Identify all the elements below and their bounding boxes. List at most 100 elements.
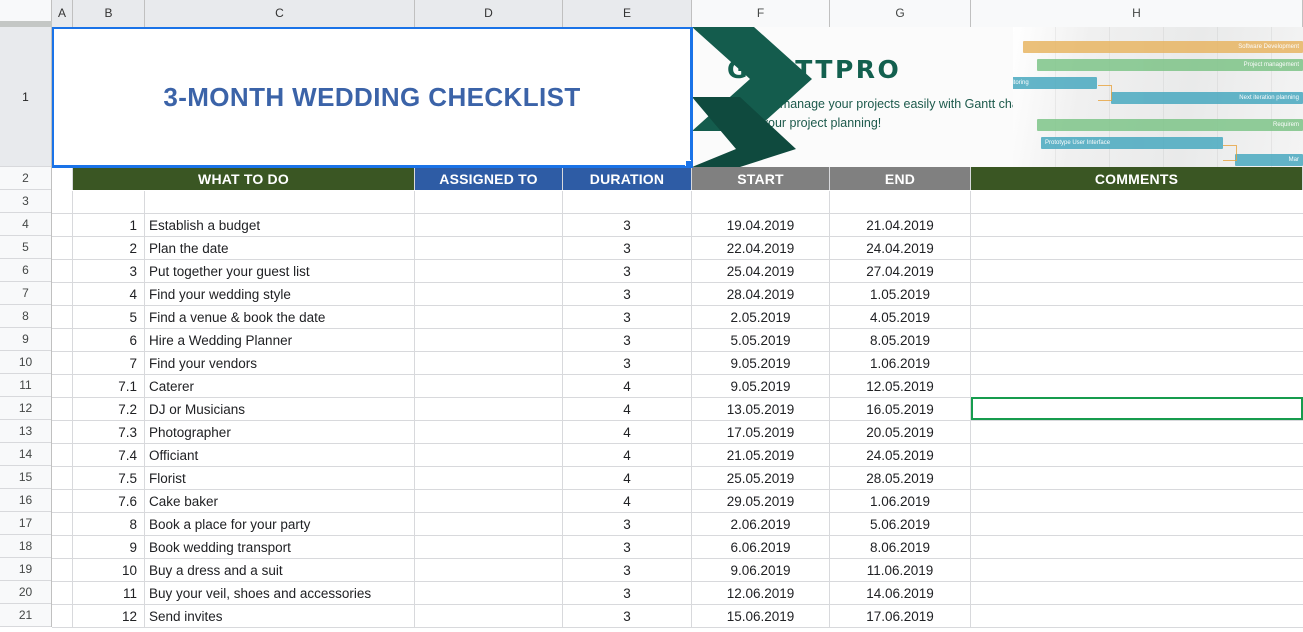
cell-start[interactable]: 12.06.2019 bbox=[692, 582, 830, 604]
row-header-9[interactable]: 9 bbox=[0, 328, 51, 351]
cell-end[interactable]: 16.05.2019 bbox=[830, 398, 971, 420]
cell-a[interactable] bbox=[52, 513, 73, 535]
table-row[interactable]: 8 Book a place for your party 3 2.06.2019 5.… bbox=[52, 513, 1303, 536]
cell-a[interactable] bbox=[52, 375, 73, 397]
cell-start[interactable]: 15.06.2019 bbox=[692, 605, 830, 627]
cell-start[interactable]: 13.05.2019 bbox=[692, 398, 830, 420]
cell-a[interactable] bbox=[52, 191, 73, 213]
cell-a[interactable] bbox=[52, 444, 73, 466]
table-row[interactable] bbox=[52, 191, 1303, 214]
cell-assigned-to[interactable] bbox=[415, 329, 563, 351]
cell-a[interactable] bbox=[52, 467, 73, 489]
cell-duration[interactable]: 3 bbox=[563, 214, 692, 236]
table-row[interactable]: 7.4 Officiant 4 21.05.2019 24.05.2019 bbox=[52, 444, 1303, 467]
cell-task-number[interactable]: 9 bbox=[73, 536, 145, 558]
cell-start[interactable]: 5.05.2019 bbox=[692, 329, 830, 351]
cell-task-number[interactable]: 7.6 bbox=[73, 490, 145, 512]
cell-task-name[interactable]: Send invites bbox=[145, 605, 415, 627]
cell-a[interactable] bbox=[52, 536, 73, 558]
cell-a[interactable] bbox=[52, 237, 73, 259]
table-row[interactable]: 7.1 Caterer 4 9.05.2019 12.05.2019 bbox=[52, 375, 1303, 398]
cell-end[interactable]: 27.04.2019 bbox=[830, 260, 971, 282]
table-row[interactable]: 7.5 Florist 4 25.05.2019 28.05.2019 bbox=[52, 467, 1303, 490]
cell-a[interactable] bbox=[52, 283, 73, 305]
cell-task-name[interactable]: Officiant bbox=[145, 444, 415, 466]
cell-task-name[interactable]: Photographer bbox=[145, 421, 415, 443]
cell-task-number[interactable]: 8 bbox=[73, 513, 145, 535]
cell-end[interactable]: 20.05.2019 bbox=[830, 421, 971, 443]
cell-assigned-to[interactable] bbox=[415, 237, 563, 259]
cell-assigned-to[interactable] bbox=[415, 306, 563, 328]
cell-start[interactable]: 22.04.2019 bbox=[692, 237, 830, 259]
cell-end[interactable]: 17.06.2019 bbox=[830, 605, 971, 627]
cell-duration[interactable]: 4 bbox=[563, 421, 692, 443]
cell-duration[interactable] bbox=[563, 191, 692, 213]
column-header-a[interactable]: A bbox=[52, 0, 73, 27]
column-header-h[interactable]: H bbox=[971, 0, 1303, 27]
cell-assigned-to[interactable] bbox=[415, 352, 563, 374]
cell-task-name[interactable]: Find a venue & book the date bbox=[145, 306, 415, 328]
cell-duration[interactable]: 4 bbox=[563, 490, 692, 512]
cell-task-number[interactable]: 5 bbox=[73, 306, 145, 328]
row-header-11[interactable]: 11 bbox=[0, 374, 51, 397]
cell-comments[interactable] bbox=[971, 444, 1303, 466]
cell-comments[interactable] bbox=[971, 582, 1303, 604]
cell-task-name[interactable]: Hire a Wedding Planner bbox=[145, 329, 415, 351]
cell-end[interactable]: 1.05.2019 bbox=[830, 283, 971, 305]
cell-a[interactable] bbox=[52, 214, 73, 236]
cell-end[interactable] bbox=[830, 191, 971, 213]
row-header-3[interactable]: 3 bbox=[0, 190, 51, 213]
column-header-d[interactable]: D bbox=[415, 0, 563, 27]
cell-end[interactable]: 24.04.2019 bbox=[830, 237, 971, 259]
cell-end[interactable]: 28.05.2019 bbox=[830, 467, 971, 489]
table-row[interactable]: 2 Plan the date 3 22.04.2019 24.04.2019 bbox=[52, 237, 1303, 260]
cell-duration[interactable]: 3 bbox=[563, 283, 692, 305]
cell-task-number[interactable]: 6 bbox=[73, 329, 145, 351]
cell-a[interactable] bbox=[52, 306, 73, 328]
cell-comments[interactable] bbox=[971, 421, 1303, 443]
table-header-duration[interactable]: DURATION bbox=[563, 167, 692, 190]
cell-assigned-to[interactable] bbox=[415, 214, 563, 236]
cell-start[interactable]: 25.05.2019 bbox=[692, 467, 830, 489]
cell-start[interactable]: 2.05.2019 bbox=[692, 306, 830, 328]
cell-end[interactable]: 1.06.2019 bbox=[830, 490, 971, 512]
table-row[interactable]: 9 Book wedding transport 3 6.06.2019 8.06.20… bbox=[52, 536, 1303, 559]
cell-duration[interactable]: 4 bbox=[563, 375, 692, 397]
cell-end[interactable]: 4.05.2019 bbox=[830, 306, 971, 328]
cell-a[interactable] bbox=[52, 605, 73, 627]
cell-task-number[interactable]: 10 bbox=[73, 559, 145, 581]
cell-start[interactable]: 9.05.2019 bbox=[692, 375, 830, 397]
cell-a[interactable] bbox=[52, 398, 73, 420]
cell-assigned-to[interactable] bbox=[415, 559, 563, 581]
cell-comments[interactable] bbox=[971, 237, 1303, 259]
cell-start[interactable]: 19.04.2019 bbox=[692, 214, 830, 236]
cell-task-number[interactable]: 3 bbox=[73, 260, 145, 282]
cell-task-name[interactable]: Book a place for your party bbox=[145, 513, 415, 535]
table-row[interactable]: 7.6 Cake baker 4 29.05.2019 1.06.2019 bbox=[52, 490, 1303, 513]
cell-a[interactable] bbox=[52, 329, 73, 351]
cell-end[interactable]: 12.05.2019 bbox=[830, 375, 971, 397]
cell-comments[interactable] bbox=[971, 329, 1303, 351]
row-header-19[interactable]: 19 bbox=[0, 558, 51, 581]
cell-end[interactable]: 11.06.2019 bbox=[830, 559, 971, 581]
table-header-what-to-do[interactable]: WHAT TO DO bbox=[73, 167, 415, 190]
cell-end[interactable]: 5.06.2019 bbox=[830, 513, 971, 535]
row-header-2[interactable]: 2 bbox=[0, 167, 51, 190]
cell-task-name[interactable]: Florist bbox=[145, 467, 415, 489]
row-header-10[interactable]: 10 bbox=[0, 351, 51, 374]
row-header-21[interactable]: 21 bbox=[0, 604, 51, 627]
cell-task-number[interactable]: 7.5 bbox=[73, 467, 145, 489]
title-cell[interactable]: 3-MONTH WEDDING CHECKLIST bbox=[52, 27, 694, 169]
cell-task-number[interactable]: 12 bbox=[73, 605, 145, 627]
cell-duration[interactable]: 3 bbox=[563, 559, 692, 581]
cell-task-name[interactable]: DJ or Musicians bbox=[145, 398, 415, 420]
cell-duration[interactable]: 4 bbox=[563, 467, 692, 489]
cell-assigned-to[interactable] bbox=[415, 375, 563, 397]
cell-task-name[interactable]: Establish a budget bbox=[145, 214, 415, 236]
cell-end[interactable]: 24.05.2019 bbox=[830, 444, 971, 466]
cell-task-number[interactable]: 4 bbox=[73, 283, 145, 305]
cell-comments[interactable] bbox=[971, 467, 1303, 489]
select-all-corner[interactable] bbox=[0, 0, 52, 27]
cell-comments[interactable] bbox=[971, 306, 1303, 328]
cell-duration[interactable]: 4 bbox=[563, 398, 692, 420]
